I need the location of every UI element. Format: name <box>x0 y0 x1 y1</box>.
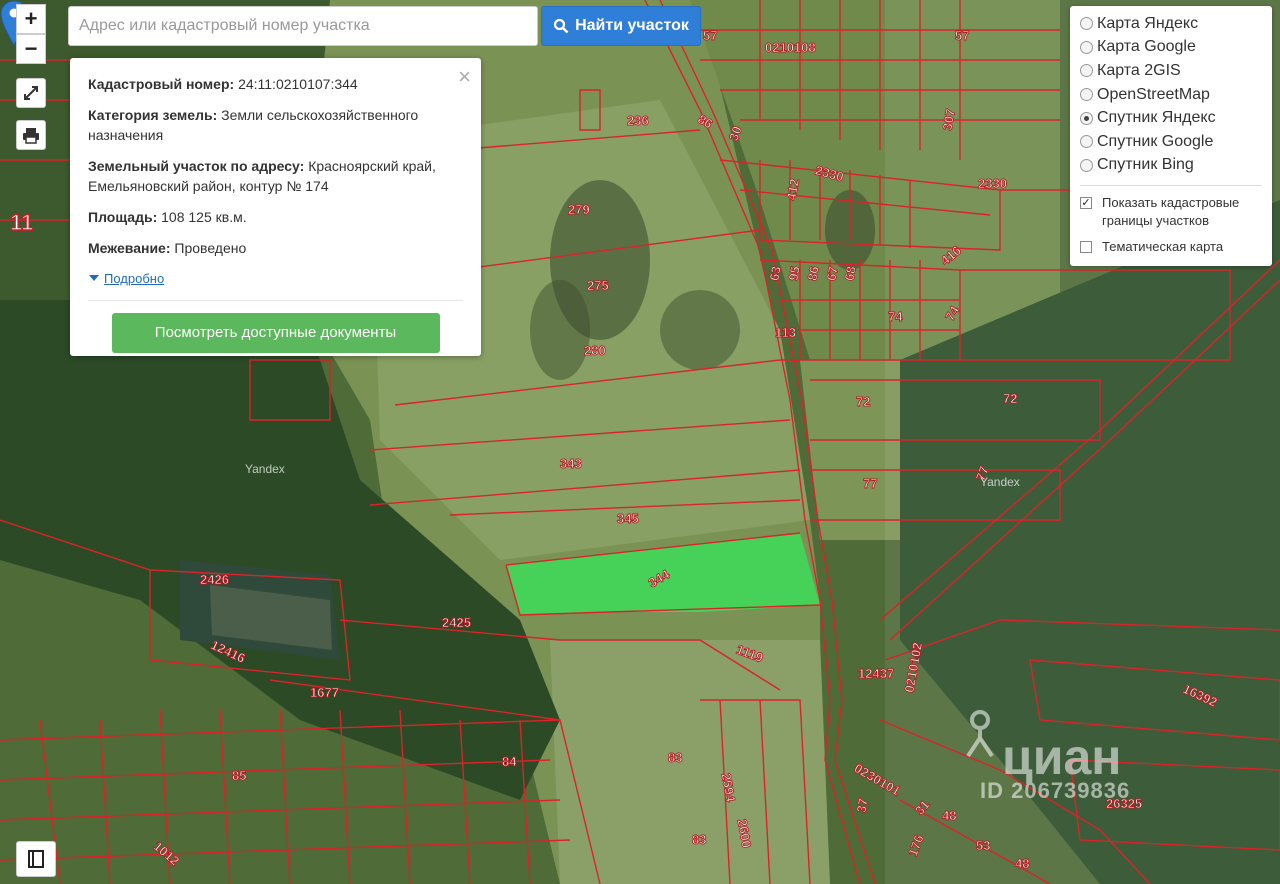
listing-id: ID 206739836 <box>980 778 1131 803</box>
layer-option[interactable]: Спутник Google <box>1080 130 1262 154</box>
radio-icon[interactable] <box>1080 64 1093 78</box>
radio-icon[interactable] <box>1080 40 1093 54</box>
layer-option-label: OpenStreetMap <box>1097 85 1210 103</box>
legend-button[interactable] <box>16 841 56 877</box>
view-documents-button[interactable]: Посмотреть доступные документы <box>111 312 440 353</box>
land-category-label: Категория земель: <box>88 107 218 123</box>
layer-option[interactable]: Карта Google <box>1080 36 1262 60</box>
cadastral-number-value: 24:11:0210107:344 <box>238 76 358 92</box>
address-row: Земельный участок по адресу: Красноярски… <box>88 156 463 196</box>
layer-option-label: Карта Яндекс <box>1097 14 1199 32</box>
layer-option[interactable]: Карта 2GIS <box>1080 59 1262 83</box>
details-link[interactable]: Подробно <box>88 271 164 286</box>
radio-icon[interactable] <box>1080 17 1093 31</box>
layer-option-label: Карта 2GIS <box>1097 61 1181 79</box>
search-button-label: Найти участок <box>575 17 689 34</box>
show-cadastral-borders-checkbox[interactable]: ✓ Показать кадастровые границы участков <box>1080 194 1262 230</box>
area-value: 108 125 кв.м. <box>161 209 247 225</box>
popup-divider <box>88 299 463 301</box>
close-icon[interactable]: × <box>458 64 471 90</box>
zoom-in-button[interactable]: + <box>16 4 46 34</box>
details-link-label: Подробно <box>104 270 165 286</box>
caret-down-icon <box>89 275 99 281</box>
layer-option-label: Спутник Яндекс <box>1097 109 1216 127</box>
layer-option-label: Спутник Google <box>1097 132 1214 150</box>
layer-option-label: Спутник Bing <box>1097 156 1194 174</box>
expand-icon <box>24 86 38 100</box>
cian-watermark: циан ID 206739836 <box>950 708 1180 808</box>
thematic-map-checkbox[interactable]: Тематическая карта <box>1080 238 1262 256</box>
book-icon <box>28 850 44 868</box>
layers-divider <box>1080 185 1262 187</box>
cian-logo-icon <box>966 710 994 758</box>
area-label: Площадь: <box>88 209 158 225</box>
radio-selected-icon[interactable] <box>1080 111 1093 125</box>
search-input[interactable] <box>68 6 538 46</box>
layer-option-label: Карта Google <box>1097 38 1196 56</box>
area-row: Площадь: 108 125 кв.м. <box>88 207 463 227</box>
radio-icon[interactable] <box>1080 158 1093 172</box>
fullscreen-button[interactable] <box>16 78 46 108</box>
land-category-row: Категория земель: Земли сельскохозяйстве… <box>88 105 463 145</box>
radio-icon[interactable] <box>1080 88 1093 102</box>
layer-option[interactable]: Карта Яндекс <box>1080 12 1262 36</box>
map-layers-panel: Карта Яндекс Карта Google Карта 2GIS OpenSt… <box>1070 6 1272 266</box>
print-button[interactable] <box>16 120 46 150</box>
checkbox-checked-icon[interactable]: ✓ <box>1080 197 1092 210</box>
printer-icon <box>23 128 39 144</box>
search-icon <box>553 18 569 34</box>
layer-option[interactable]: Спутник Bing <box>1080 154 1262 178</box>
address-label: Земельный участок по адресу: <box>88 158 305 174</box>
survey-label: Межевание: <box>88 240 171 256</box>
cadastral-number-row: Кадастровый номер: 24:11:0210107:344 <box>88 74 463 94</box>
show-cadastral-borders-label: Показать кадастровые границы участков <box>1102 195 1240 229</box>
layer-options-list: Карта Яндекс Карта Google Карта 2GIS OpenSt… <box>1080 12 1262 177</box>
layer-option[interactable]: OpenStreetMap <box>1080 83 1262 107</box>
survey-row: Межевание: Проведено <box>88 238 463 258</box>
cadastral-number-label: Кадастровый номер: <box>88 76 235 92</box>
checkbox-unchecked-icon[interactable] <box>1080 241 1092 254</box>
survey-value: Проведено <box>174 240 247 256</box>
zoom-out-button[interactable]: − <box>16 34 46 64</box>
radio-icon[interactable] <box>1080 135 1093 149</box>
layer-option[interactable]: Спутник Яндекс <box>1080 106 1262 130</box>
thematic-map-label: Тематическая карта <box>1102 239 1224 255</box>
parcel-info-popup: × Кадастровый номер: 24:11:0210107:344 К… <box>70 58 481 356</box>
search-button[interactable]: Найти участок <box>541 6 701 46</box>
